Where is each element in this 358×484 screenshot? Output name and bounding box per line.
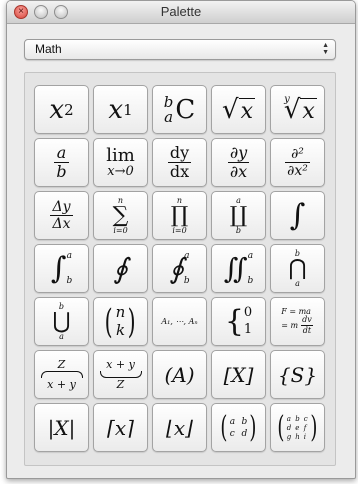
limit-button[interactable]: lim x→0 (93, 138, 148, 187)
symbol-grid: x2 x1 baC √ x y √ x ab lim x→0 dy dx ∂y … (34, 85, 325, 452)
contour-integral-button[interactable]: ∮ (93, 244, 148, 293)
double-integral-button[interactable]: ∬ a b (211, 244, 266, 293)
overbrace-button[interactable]: Zx + y (34, 350, 89, 399)
definite-contour-integral-button[interactable]: ∮ a b (152, 244, 207, 293)
square-root-button[interactable]: √ x (211, 85, 266, 134)
partial-derivative-button[interactable]: ∂y ∂x (211, 138, 266, 187)
matrix-3x3-button[interactable]: ( abc def ghi ) (270, 403, 325, 452)
parentheses-button[interactable]: (A) (152, 350, 207, 399)
aligned-equations-button[interactable]: F = ma = m dv dt (270, 297, 325, 346)
brackets-button[interactable]: [X] (211, 350, 266, 399)
coproduct-button[interactable]: a ∐ b (211, 191, 266, 240)
sequence-button[interactable]: A₁, ⋯, Aₙ (152, 297, 207, 346)
floor-button[interactable]: ⌊x⌋ (152, 403, 207, 452)
matrix-2x2-button[interactable]: (a b c d) (211, 403, 266, 452)
underbrace-icon (99, 371, 142, 378)
cases-button[interactable]: {0 1 (211, 297, 266, 346)
symbol-panel: x2 x1 baC √ x y √ x ab lim x→0 dy dx ∂y … (24, 72, 336, 466)
second-partial-derivative-button[interactable]: ∂² ∂x² (270, 138, 325, 187)
union-button[interactable]: b ⋃ a (34, 297, 89, 346)
summation-button[interactable]: n ∑ i=0 (93, 191, 148, 240)
updown-arrows-icon: ▲ ▼ (322, 42, 329, 56)
overbrace-icon (40, 371, 83, 378)
binomial-button[interactable]: (n k) (93, 297, 148, 346)
fraction-button[interactable]: ab (34, 138, 89, 187)
intersection-button[interactable]: b ⋂ a (270, 244, 325, 293)
underbrace-button[interactable]: x + yZ (93, 350, 148, 399)
nth-root-button[interactable]: y √ x (270, 85, 325, 134)
subscript-button[interactable]: x1 (93, 85, 148, 134)
derivative-button[interactable]: dy dx (152, 138, 207, 187)
difference-quotient-button[interactable]: Δy Δx (34, 191, 89, 240)
category-select-value: Math (35, 42, 62, 56)
definite-integral-button[interactable]: ∫ a b (34, 244, 89, 293)
absolute-value-button[interactable]: |X| (34, 403, 89, 452)
braces-button[interactable]: {S} (270, 350, 325, 399)
superscript-button[interactable]: x2 (34, 85, 89, 134)
prescript-button[interactable]: baC (152, 85, 207, 134)
category-select[interactable]: Math ▲ ▼ (24, 39, 336, 60)
integral-button[interactable]: ∫ (270, 191, 325, 240)
ceiling-button[interactable]: ⌈x⌉ (93, 403, 148, 452)
palette-window: × Palette Math ▲ ▼ x2 x1 baC √ x y √ x a… (6, 0, 356, 479)
product-button[interactable]: n ∏ i=0 (152, 191, 207, 240)
window-title: Palette (160, 4, 202, 19)
title-bar[interactable]: × Palette (7, 1, 355, 24)
